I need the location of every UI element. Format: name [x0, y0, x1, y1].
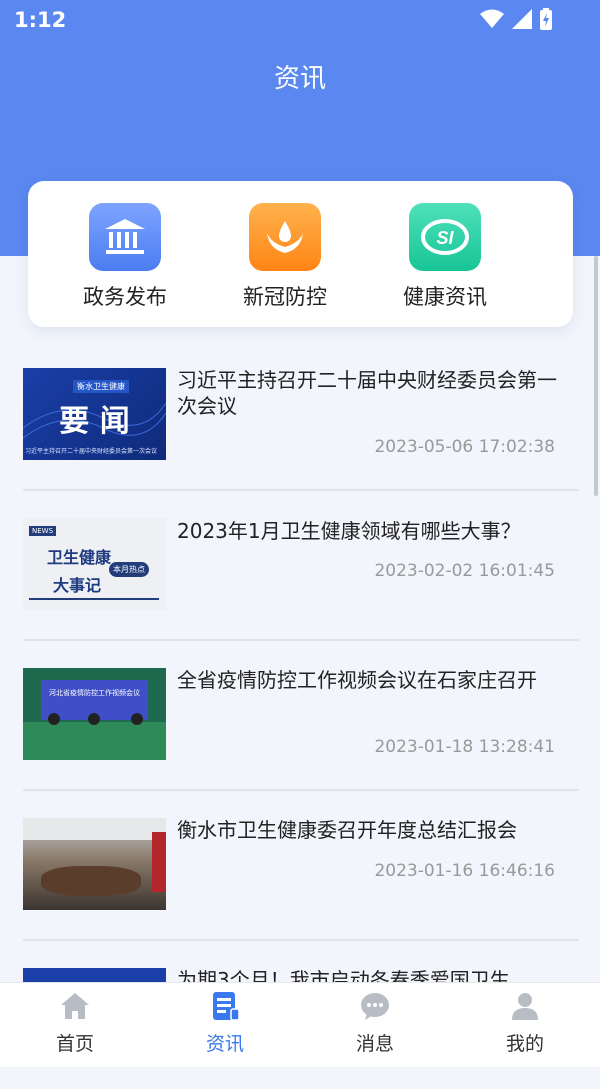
social-insurance-icon: SI [409, 203, 481, 271]
thumb-divider [29, 598, 159, 600]
thumb-person [131, 713, 143, 725]
thumb-badge: 本月热点 [109, 562, 149, 577]
wifi-icon [480, 9, 504, 28]
news-item[interactable]: 衡水卫生健康 要 闻 习近平主持召开二十届中央财经委员会第一次会议 习近平主持召… [23, 340, 579, 491]
hands-drop-icon [249, 203, 321, 271]
news-thumbnail: NEWS 卫生健康 大事记 本月热点 [23, 518, 166, 610]
tab-profile[interactable]: 我的 [475, 991, 575, 1056]
tab-news[interactable]: 资讯 [175, 991, 275, 1056]
battery-icon [540, 8, 552, 30]
thumb-table [23, 722, 166, 760]
svg-text:SI: SI [436, 228, 454, 248]
tab-label: 资讯 [205, 1033, 244, 1055]
news-item[interactable]: 衡水市卫生健康委召开年度总结汇报会 2023-01-16 16:46:16 [23, 790, 579, 941]
news-thumbnail [23, 818, 166, 910]
thumb-screen-text: 河北省疫情防控工作视频会议 [49, 689, 140, 697]
news-title: 2023年1月卫生健康领域有哪些大事？ [177, 519, 521, 543]
news-title: 衡水市卫生健康委召开年度总结汇报会 [177, 818, 517, 842]
government-building-icon [89, 203, 161, 271]
status-bar: 1:12 [0, 0, 600, 40]
tab-label: 消息 [355, 1033, 394, 1055]
tab-label: 首页 [55, 1033, 94, 1055]
tab-label: 我的 [505, 1033, 544, 1055]
news-date: 2023-05-06 17:02:38 [374, 437, 555, 457]
thumb-table [41, 866, 141, 896]
thumb-flag [152, 832, 166, 892]
thumb-headline: 要 闻 [59, 404, 130, 439]
profile-icon [512, 993, 538, 1020]
quick-link-health-news[interactable]: SI 健康资讯 [365, 203, 525, 311]
tab-home[interactable]: 首页 [25, 991, 125, 1056]
news-thumbnail: 衡水卫生健康 要 闻 习近平主持召开二十届中央财经委员会第一次会议 [23, 368, 166, 460]
news-title: 习近平主持召开二十届中央财经委员会第一次会议 [177, 368, 557, 418]
quick-links-card: 政务发布 新冠防控 SI 健康资讯 [28, 181, 573, 327]
bottom-tab-bar: 首页 资讯 消息 我的 [0, 982, 600, 1067]
quick-link-label: 新冠防控 [243, 285, 327, 309]
news-item[interactable]: 河北省疫情防控工作视频会议 全省疫情防控工作视频会议在石家庄召开 2023-01… [23, 640, 579, 791]
news-item[interactable]: NEWS 卫生健康 大事记 本月热点 2023年1月卫生健康领域有哪些大事？ 2… [23, 490, 579, 641]
message-icon [361, 993, 389, 1020]
quick-link-covid[interactable]: 新冠防控 [205, 203, 365, 311]
thumb-caption: 习近平主持召开二十届中央财经委员会第一次会议 [25, 448, 158, 455]
thumb-tag: NEWS [29, 526, 57, 536]
home-icon [61, 993, 89, 1019]
thumb-tag: 衡水卫生健康 [73, 380, 129, 393]
status-time: 1:12 [14, 8, 67, 32]
thumb-person [48, 713, 60, 725]
tab-messages[interactable]: 消息 [325, 991, 425, 1056]
quick-link-label: 政务发布 [83, 285, 167, 309]
news-date: 2023-01-18 13:28:41 [374, 737, 555, 757]
scrollbar[interactable] [594, 256, 598, 496]
quick-link-government[interactable]: 政务发布 [45, 203, 205, 311]
news-thumbnail: 河北省疫情防控工作视频会议 [23, 668, 166, 760]
quick-link-label: 健康资讯 [403, 285, 487, 309]
thumb-ceiling [23, 818, 166, 840]
news-date: 2023-02-02 16:01:45 [374, 561, 555, 581]
status-icons [480, 8, 552, 30]
news-title: 全省疫情防控工作视频会议在石家庄召开 [177, 668, 537, 692]
thumb-line1: 卫生健康 [47, 548, 112, 567]
news-icon [213, 992, 240, 1021]
thumb-person [88, 713, 100, 725]
thumb-line2: 大事记 [53, 576, 102, 595]
news-date: 2023-01-16 16:46:16 [374, 861, 555, 881]
page-title: 资讯 [273, 64, 326, 94]
signal-icon [512, 9, 532, 29]
